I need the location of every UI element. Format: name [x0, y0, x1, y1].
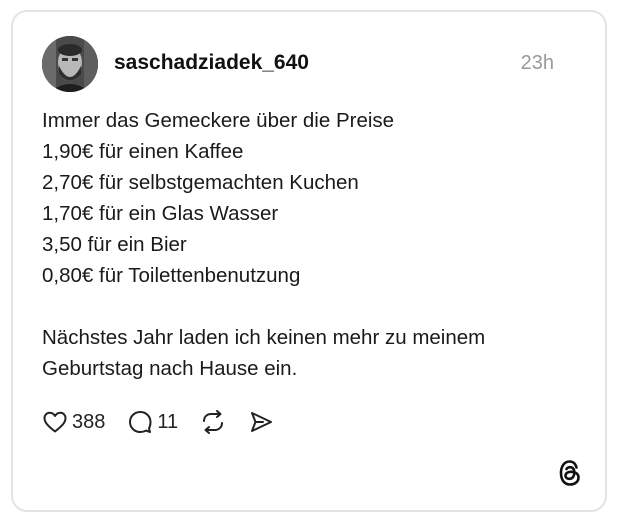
avatar[interactable]	[42, 36, 98, 92]
reply-button[interactable]: 11	[127, 410, 178, 434]
repost-button[interactable]	[200, 410, 226, 434]
post-body: Immer das Gemeckere über die Preise 1,90…	[42, 105, 582, 384]
threads-logo-icon	[559, 460, 580, 486]
post-line: Geburtstag nach Hause ein.	[42, 357, 298, 380]
post-line: 1,90€ für einen Kaffee	[42, 140, 244, 163]
avatar-image	[42, 36, 98, 92]
post-line: 1,70€ für ein Glas Wasser	[42, 202, 279, 225]
post-line: Nächstes Jahr laden ich keinen mehr zu m…	[42, 326, 486, 349]
repost-icon	[203, 410, 224, 434]
post-line: 3,50 für ein Bier	[42, 233, 187, 256]
action-bar: 388 11	[42, 406, 296, 438]
post-line: Immer das Gemeckere über die Preise	[42, 109, 395, 132]
like-count: 388	[72, 411, 106, 433]
like-button[interactable]: 388	[42, 410, 105, 434]
post-line: 0,80€ für Toilettenbenutzung	[42, 264, 301, 287]
heart-icon	[43, 411, 67, 433]
speech-bubble-icon	[129, 411, 152, 433]
post-line: 2,70€ für selbstgemachten Kuchen	[42, 171, 359, 194]
username[interactable]: saschadziadek_640	[114, 50, 309, 76]
post-timestamp[interactable]: 23h	[521, 50, 554, 76]
reply-count: 11	[157, 411, 179, 433]
share-button[interactable]	[248, 410, 274, 434]
send-icon	[251, 412, 273, 432]
